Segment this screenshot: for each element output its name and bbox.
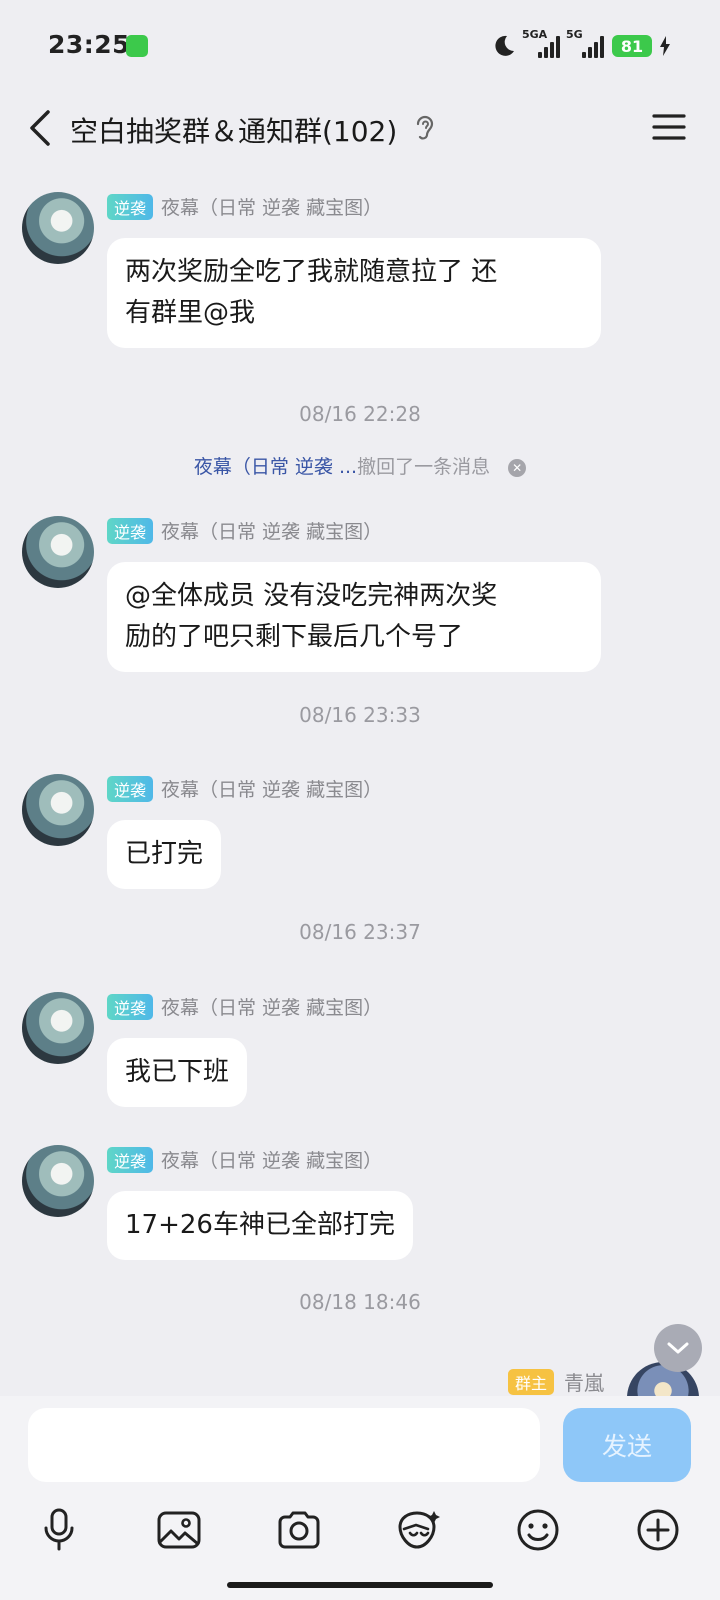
chat-message: 逆袭 夜幕（日常 逆袭 藏宝图） 两次奖励全吃了我就随意拉了 还 有群里@我	[0, 192, 720, 352]
status-bar: 23:25 5GA 5G 81	[0, 0, 720, 92]
chat-message: 逆袭 夜幕（日常 逆袭 藏宝图） @全体成员 没有没吃完神两次奖 励的了吧只剩下…	[0, 516, 720, 676]
network-label-5g: 5G	[566, 28, 583, 41]
sender-name[interactable]: 夜幕（日常 逆袭 藏宝图）	[161, 193, 382, 220]
message-bubble[interactable]: 两次奖励全吃了我就随意拉了 还 有群里@我	[107, 238, 601, 348]
charging-app-icon	[126, 35, 148, 57]
ear-icon[interactable]	[414, 114, 436, 144]
camera-icon	[278, 1511, 320, 1549]
sender-info: 逆袭 夜幕（日常 逆袭 藏宝图）	[107, 993, 382, 1020]
message-line: 17+26车神已全部打完	[125, 1210, 395, 1240]
chevron-down-icon	[667, 1342, 689, 1354]
voice-button[interactable]	[31, 1502, 87, 1558]
plus-icon	[637, 1509, 679, 1551]
sender-info: 逆袭 夜幕（日常 逆袭 藏宝图）	[107, 775, 382, 802]
close-icon[interactable]: ✕	[508, 459, 527, 477]
chat-message: 逆袭 夜幕（日常 逆袭 藏宝图） 我已下班	[0, 992, 720, 1112]
red-packet-icon	[398, 1511, 440, 1549]
sender-name[interactable]: 夜幕（日常 逆袭 藏宝图）	[161, 993, 382, 1020]
more-button[interactable]	[630, 1502, 686, 1558]
message-line: 励的了吧只剩下最后几个号了	[125, 622, 464, 652]
network-label-5ga: 5GA	[522, 28, 548, 41]
message-line: 有群里@我	[125, 298, 256, 328]
message-line: 两次奖励全吃了我就随意拉了 还	[125, 257, 498, 287]
sender-info: 逆袭 夜幕（日常 逆袭 藏宝图）	[107, 517, 382, 544]
member-title-badge: 逆袭	[107, 1146, 154, 1173]
message-bubble[interactable]: 17+26车神已全部打完	[107, 1191, 413, 1260]
member-title-badge: 逆袭	[107, 993, 154, 1020]
chat-header: 空白抽奖群＆通知群(102)	[0, 92, 720, 166]
message-bubble[interactable]: 我已下班	[107, 1038, 248, 1107]
sender-name[interactable]: 青嵐	[564, 1367, 604, 1396]
message-input[interactable]	[28, 1408, 540, 1482]
camera-button[interactable]	[271, 1502, 327, 1558]
scroll-to-bottom-button[interactable]	[654, 1324, 702, 1372]
chat-message-list[interactable]: 逆袭 夜幕（日常 逆袭 藏宝图） 两次奖励全吃了我就随意拉了 还 有群里@我 0…	[0, 166, 720, 1396]
battery-indicator: 81	[612, 35, 652, 57]
menu-icon[interactable]	[652, 112, 686, 142]
status-time: 23:25	[48, 30, 131, 59]
message-line: 我已下班	[125, 1057, 230, 1087]
charging-bolt-icon	[660, 36, 670, 56]
message-line: 已打完	[125, 839, 204, 869]
back-arrow-icon[interactable]	[24, 108, 60, 148]
sender-avatar[interactable]	[22, 516, 94, 588]
home-indicator[interactable]	[227, 1582, 493, 1588]
image-icon	[157, 1511, 201, 1549]
emoji-button[interactable]	[510, 1502, 566, 1558]
message-line: @全体成员 没有没吃完神两次奖	[125, 581, 498, 611]
sender-info: 逆袭 夜幕（日常 逆袭 藏宝图）	[107, 193, 382, 220]
recall-text: 撤回了一条消息	[357, 456, 491, 478]
status-indicators: 5GA 5G 81	[492, 28, 670, 62]
send-button[interactable]: 发送	[563, 1408, 691, 1482]
owner-sender-info: 群主 青嵐	[508, 1367, 604, 1396]
sender-avatar[interactable]	[22, 774, 94, 846]
input-panel: 发送	[0, 1396, 720, 1600]
timestamp: 08/16 23:37	[299, 920, 421, 944]
red-packet-button[interactable]	[390, 1502, 446, 1558]
input-toolbar	[0, 1502, 720, 1562]
sender-info: 逆袭 夜幕（日常 逆袭 藏宝图）	[107, 1146, 382, 1173]
image-button[interactable]	[151, 1502, 207, 1558]
timestamp: 08/18 18:46	[299, 1290, 421, 1314]
owner-badge: 群主	[508, 1368, 555, 1395]
sender-avatar[interactable]	[22, 192, 94, 264]
timestamp: 08/16 22:28	[299, 402, 421, 426]
emoji-icon	[517, 1509, 559, 1551]
microphone-icon	[44, 1508, 74, 1551]
signal-5g: 5G	[566, 28, 604, 58]
sender-avatar[interactable]	[22, 1145, 94, 1217]
member-title-badge: 逆袭	[107, 193, 154, 220]
member-title-badge: 逆袭	[107, 517, 154, 544]
message-bubble[interactable]: 已打完	[107, 820, 222, 889]
sender-name[interactable]: 夜幕（日常 逆袭 藏宝图）	[161, 1146, 382, 1173]
sender-name[interactable]: 夜幕（日常 逆袭 藏宝图）	[161, 775, 382, 802]
moon-icon	[495, 35, 514, 56]
recall-sender[interactable]: 夜幕（日常 逆袭 ...	[194, 456, 357, 478]
chat-message: 逆袭 夜幕（日常 逆袭 藏宝图） 已打完	[0, 774, 720, 894]
signal-5ga: 5GA	[522, 28, 560, 58]
recall-notice: 夜幕（日常 逆袭 ...撤回了一条消息 ✕	[0, 452, 720, 479]
sender-name[interactable]: 夜幕（日常 逆袭 藏宝图）	[161, 517, 382, 544]
chat-message: 逆袭 夜幕（日常 逆袭 藏宝图） 17+26车神已全部打完	[0, 1145, 720, 1265]
message-bubble[interactable]: @全体成员 没有没吃完神两次奖 励的了吧只剩下最后几个号了	[107, 562, 601, 672]
member-title-badge: 逆袭	[107, 775, 154, 802]
sender-avatar[interactable]	[22, 992, 94, 1064]
group-title[interactable]: 空白抽奖群＆通知群(102)	[70, 110, 397, 150]
timestamp: 08/16 23:33	[299, 703, 421, 727]
